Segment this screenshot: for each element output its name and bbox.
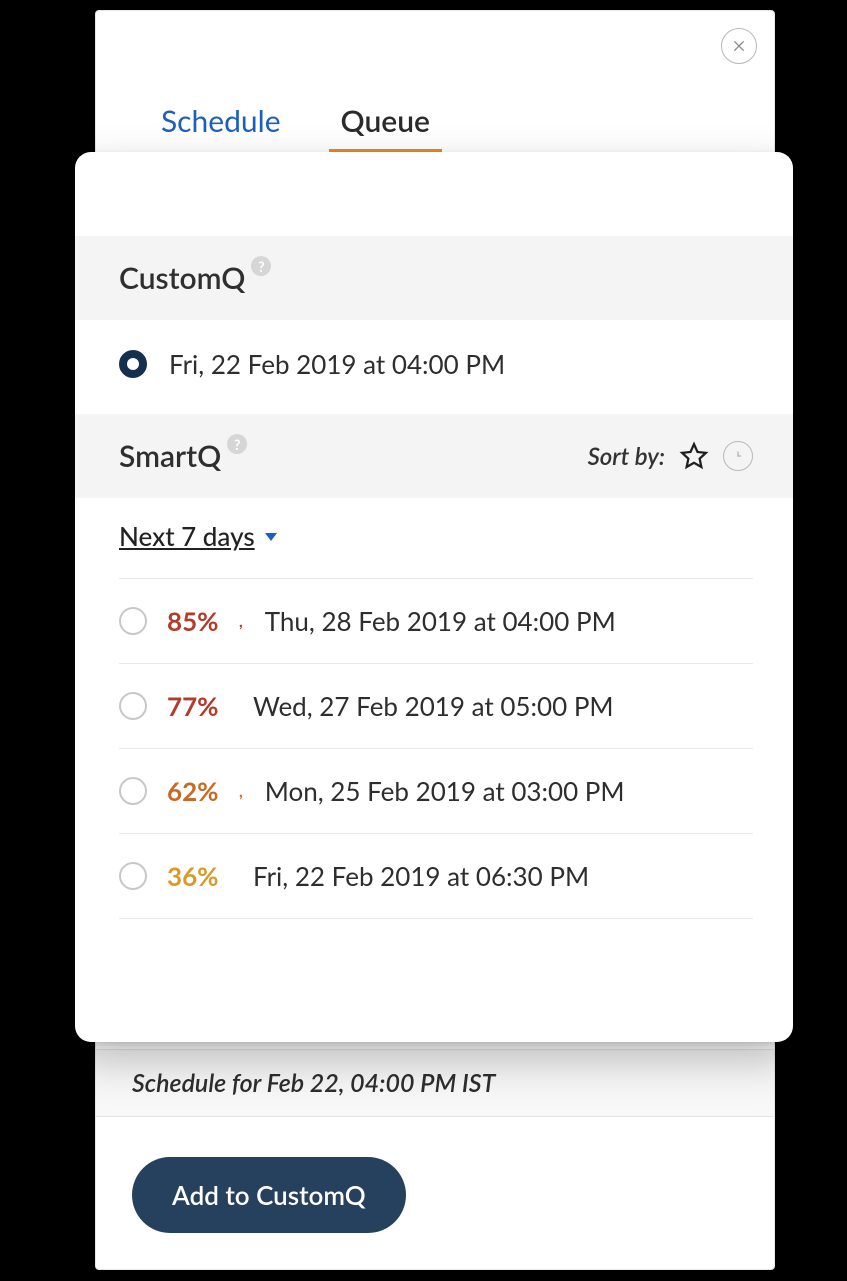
slot-date: Fri, 22 Feb 2019 at 06:30 PM	[253, 860, 589, 892]
comma: ,	[239, 782, 243, 801]
schedule-summary-text: Schedule for Feb 22, 04:00 PM IST	[132, 1068, 495, 1098]
close-icon	[731, 38, 747, 54]
slot-date: Mon, 25 Feb 2019 at 03:00 PM	[265, 775, 625, 807]
sort-clock-button[interactable]	[723, 441, 753, 471]
close-button[interactable]	[721, 28, 757, 64]
comma: ,	[239, 612, 243, 631]
slot-percentage: 36%	[167, 860, 233, 892]
smartq-slot-row[interactable]: 36% Fri, 22 Feb 2019 at 06:30 PM	[119, 834, 753, 919]
customq-title: CustomQ	[119, 260, 245, 296]
tab-schedule[interactable]: Schedule	[161, 103, 281, 153]
slot-percentage: 62%	[167, 775, 233, 807]
queue-card: CustomQ ? Fri, 22 Feb 2019 at 04:00 PM S…	[75, 152, 793, 1042]
customq-radio[interactable]	[119, 350, 147, 378]
smartq-radio[interactable]	[119, 692, 147, 720]
smartq-radio[interactable]	[119, 862, 147, 890]
slot-date: Wed, 27 Feb 2019 at 05:00 PM	[253, 690, 614, 722]
customq-slot-row[interactable]: Fri, 22 Feb 2019 at 04:00 PM	[75, 320, 793, 414]
date-range-select[interactable]: Next 7 days	[119, 520, 277, 556]
smartq-slot-row[interactable]: 77% Wed, 27 Feb 2019 at 05:00 PM	[119, 664, 753, 749]
schedule-summary-bar: Schedule for Feb 22, 04:00 PM IST	[96, 1049, 774, 1117]
smartq-slot-row[interactable]: 62%, Mon, 25 Feb 2019 at 03:00 PM	[119, 749, 753, 834]
slot-date: Thu, 28 Feb 2019 at 04:00 PM	[265, 605, 616, 637]
clock-icon	[729, 447, 747, 465]
smartq-radio[interactable]	[119, 777, 147, 805]
help-icon[interactable]: ?	[227, 434, 247, 454]
tab-queue[interactable]: Queue	[341, 103, 430, 153]
slot-percentage: 85%	[167, 605, 233, 637]
slot-percentage: 77%	[167, 690, 233, 722]
add-to-customq-button[interactable]: Add to CustomQ	[132, 1157, 406, 1233]
smartq-radio[interactable]	[119, 607, 147, 635]
sort-star-button[interactable]	[679, 441, 709, 471]
customq-header: CustomQ ?	[75, 236, 793, 320]
smartq-slot-list: 85%, Thu, 28 Feb 2019 at 04:00 PM 77% Wed, …	[75, 578, 793, 919]
help-icon[interactable]: ?	[251, 256, 271, 276]
customq-slot-text: Fri, 22 Feb 2019 at 04:00 PM	[169, 348, 505, 380]
date-range-label: Next 7 days	[119, 520, 255, 552]
tab-bar: Schedule Queue	[161, 103, 430, 153]
smartq-slot-row[interactable]: 85%, Thu, 28 Feb 2019 at 04:00 PM	[119, 578, 753, 664]
smartq-title: SmartQ	[119, 438, 221, 474]
smartq-header: SmartQ ? Sort by:	[75, 414, 793, 498]
sort-by-label: Sort by:	[588, 442, 665, 471]
chevron-down-icon	[265, 533, 277, 541]
star-icon	[679, 441, 709, 471]
